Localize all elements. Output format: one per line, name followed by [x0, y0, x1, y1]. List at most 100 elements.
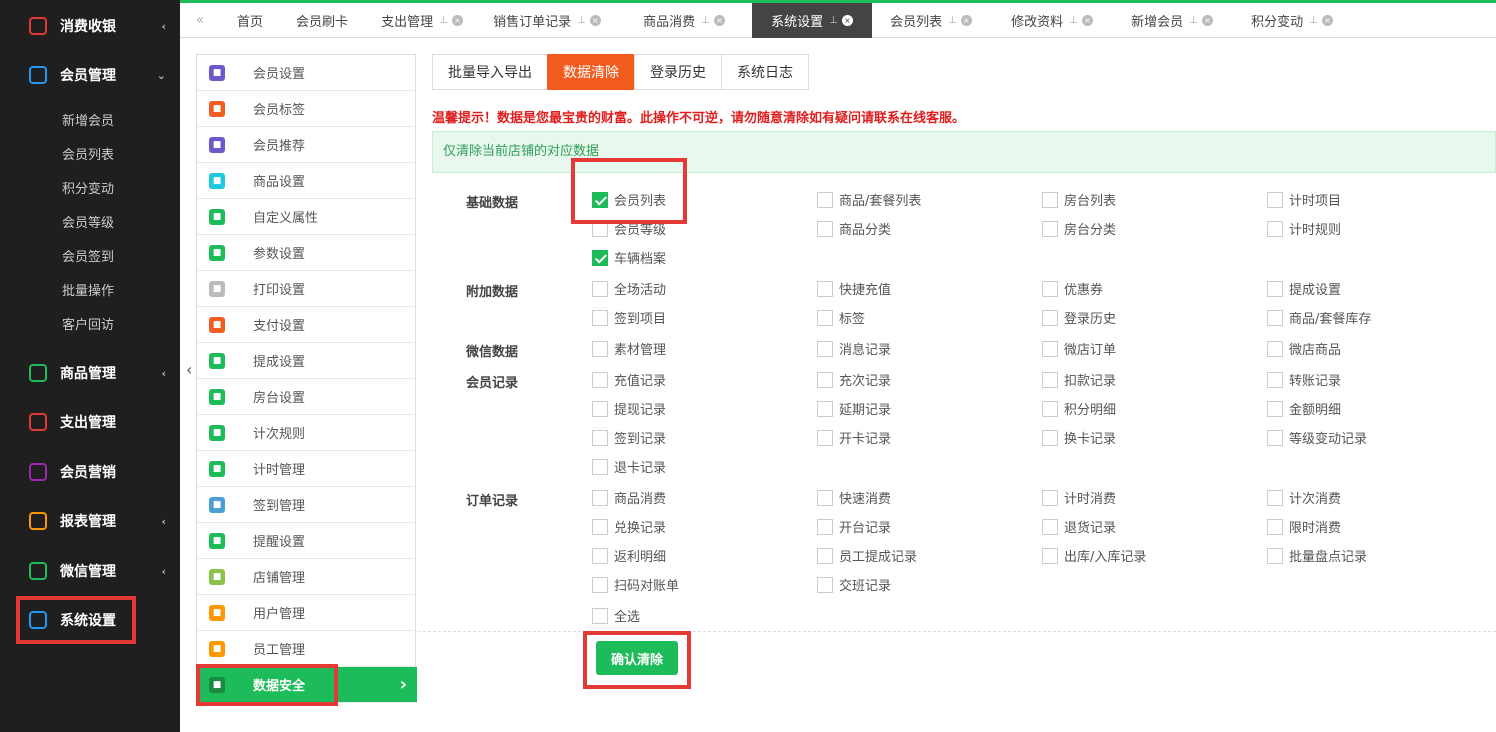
close-icon[interactable]: × [589, 15, 601, 26]
checkbox-item[interactable]: 交班记录 [817, 575, 891, 594]
checkbox-item[interactable]: 微店订单 [1042, 339, 1116, 358]
checkbox[interactable] [817, 518, 833, 535]
checkbox-item[interactable]: 提成设置 [1267, 279, 1341, 298]
sidebar-item-5[interactable]: 报表管理 ‹ [0, 503, 180, 539]
collapse-arrow-icon[interactable]: ‹ [186, 360, 192, 379]
checkbox[interactable] [592, 191, 608, 208]
sidebar-subitem[interactable]: 批量操作 [62, 280, 114, 299]
checkbox-item[interactable]: 兑换记录 [592, 517, 666, 536]
checkbox[interactable] [817, 280, 833, 297]
confirm-clear-button[interactable]: 确认清除 [596, 641, 678, 675]
checkbox[interactable] [1042, 280, 1058, 297]
menu-item-11[interactable]: ■ 计时管理 [197, 451, 417, 487]
checkbox-item[interactable]: 消息记录 [817, 339, 891, 358]
checkbox-item[interactable]: 快速消费 [817, 488, 891, 507]
checkbox[interactable] [1267, 400, 1283, 417]
checkbox-item[interactable]: 登录历史 [1042, 308, 1116, 327]
checkbox-item[interactable]: 车辆档案 [592, 248, 666, 267]
checkbox[interactable] [817, 429, 833, 446]
menu-item-13[interactable]: ■ 提醒设置 [197, 523, 417, 559]
checkbox[interactable] [592, 280, 608, 297]
sidebar-item-4[interactable]: 会员营销 [0, 454, 180, 490]
checkbox[interactable] [592, 576, 608, 593]
sidebar-subitem[interactable]: 会员列表 [62, 144, 114, 163]
menu-item-5[interactable]: ■ 参数设置 [197, 235, 417, 271]
checkbox-item[interactable]: 金额明细 [1267, 399, 1341, 418]
checkbox-item[interactable]: 商品分类 [817, 219, 891, 238]
sidebar-subitem[interactable]: 会员签到 [62, 246, 114, 265]
menu-item-6[interactable]: ■ 打印设置 [197, 271, 417, 307]
checkbox-item[interactable]: 充值记录 [592, 370, 666, 389]
checkbox[interactable] [592, 547, 608, 564]
checkbox-item[interactable]: 素材管理 [592, 339, 666, 358]
checkbox[interactable] [817, 489, 833, 506]
pin-icon[interactable]: ⊥ [577, 15, 586, 26]
pin-icon[interactable]: ⊥ [1069, 15, 1078, 26]
checkbox[interactable] [1042, 340, 1058, 357]
pin-icon[interactable]: ⊥ [439, 15, 448, 26]
checkbox-item[interactable]: 开卡记录 [817, 428, 891, 447]
sidebar-item-6[interactable]: 微信管理 ‹ [0, 553, 180, 589]
sidebar-item-2[interactable]: 商品管理 ‹ [0, 355, 180, 391]
checkbox-item[interactable]: 返利明细 [592, 546, 666, 565]
pin-icon[interactable]: ⊥ [829, 15, 838, 26]
menu-item-14[interactable]: ■ 店铺管理 [197, 559, 417, 595]
sidebar-subitem[interactable]: 积分变动 [62, 178, 114, 197]
close-icon[interactable]: × [451, 15, 463, 26]
sidebar-item-1[interactable]: 会员管理 ⌄ [0, 57, 180, 93]
sidebar-item-3[interactable]: 支出管理 [0, 404, 180, 440]
checkbox-item[interactable]: 计次消费 [1267, 488, 1341, 507]
sidebar-subitem[interactable]: 会员等级 [62, 212, 114, 231]
checkbox-item[interactable]: 扣款记录 [1042, 370, 1116, 389]
checkbox-item[interactable]: 员工提成记录 [817, 546, 917, 565]
checkbox-item[interactable]: 批量盘点记录 [1267, 546, 1367, 565]
menu-item-8[interactable]: ■ 提成设置 [197, 343, 417, 379]
close-icon[interactable]: × [1081, 15, 1093, 26]
menu-item-0[interactable]: ■ 会员设置 [197, 55, 417, 91]
checkbox[interactable] [1267, 280, 1283, 297]
checkbox[interactable] [592, 400, 608, 417]
checkbox[interactable] [1042, 309, 1058, 326]
checkbox-item[interactable]: 计时消费 [1042, 488, 1116, 507]
checkbox-item[interactable]: 商品消费 [592, 488, 666, 507]
checkbox[interactable] [1267, 489, 1283, 506]
subtab-3[interactable]: 系统日志 [721, 54, 809, 90]
checkbox-item[interactable]: 商品/套餐库存 [1267, 308, 1371, 327]
checkbox[interactable] [817, 309, 833, 326]
checkbox[interactable] [817, 547, 833, 564]
checkbox[interactable] [1042, 400, 1058, 417]
checkbox[interactable] [1267, 547, 1283, 564]
checkbox[interactable] [817, 371, 833, 388]
sidebar-item-7[interactable]: 系统设置 [0, 602, 180, 638]
checkbox-item[interactable]: 转账记录 [1267, 370, 1341, 389]
tab-3[interactable]: 销售订单记录 ⊥ × [480, 3, 614, 38]
menu-item-9[interactable]: ■ 房台设置 [197, 379, 417, 415]
checkbox-item[interactable]: 会员列表 [592, 190, 666, 209]
checkbox-item[interactable]: 快捷充值 [817, 279, 891, 298]
tab-5[interactable]: 系统设置 ⊥ × [752, 3, 872, 38]
checkbox[interactable] [817, 400, 833, 417]
tab-0[interactable]: 首页 [220, 3, 280, 38]
checkbox-item[interactable]: 微店商品 [1267, 339, 1341, 358]
checkbox-item[interactable]: 提现记录 [592, 399, 666, 418]
checkbox-item[interactable]: 标签 [817, 308, 865, 327]
checkbox[interactable] [1042, 429, 1058, 446]
checkbox[interactable] [592, 249, 608, 266]
menu-item-4[interactable]: ■ 自定义属性 [197, 199, 417, 235]
checkbox[interactable] [1042, 518, 1058, 535]
checkbox[interactable] [817, 340, 833, 357]
checkbox[interactable] [1042, 191, 1058, 208]
checkbox-item[interactable]: 扫码对账单 [592, 575, 679, 594]
checkbox-item[interactable]: 全场活动 [592, 279, 666, 298]
checkbox[interactable] [592, 518, 608, 535]
checkbox-item[interactable]: 退货记录 [1042, 517, 1116, 536]
checkbox[interactable] [1042, 547, 1058, 564]
checkbox-item[interactable]: 优惠券 [1042, 279, 1103, 298]
checkbox[interactable] [1267, 518, 1283, 535]
menu-item-7[interactable]: ■ 支付设置 [197, 307, 417, 343]
sidebar-item-0[interactable]: 消费收银 ‹ [0, 8, 180, 44]
close-icon[interactable]: × [713, 15, 725, 26]
tab-2[interactable]: 支出管理 ⊥ × [366, 3, 478, 38]
checkbox[interactable] [592, 371, 608, 388]
checkbox[interactable] [1267, 309, 1283, 326]
